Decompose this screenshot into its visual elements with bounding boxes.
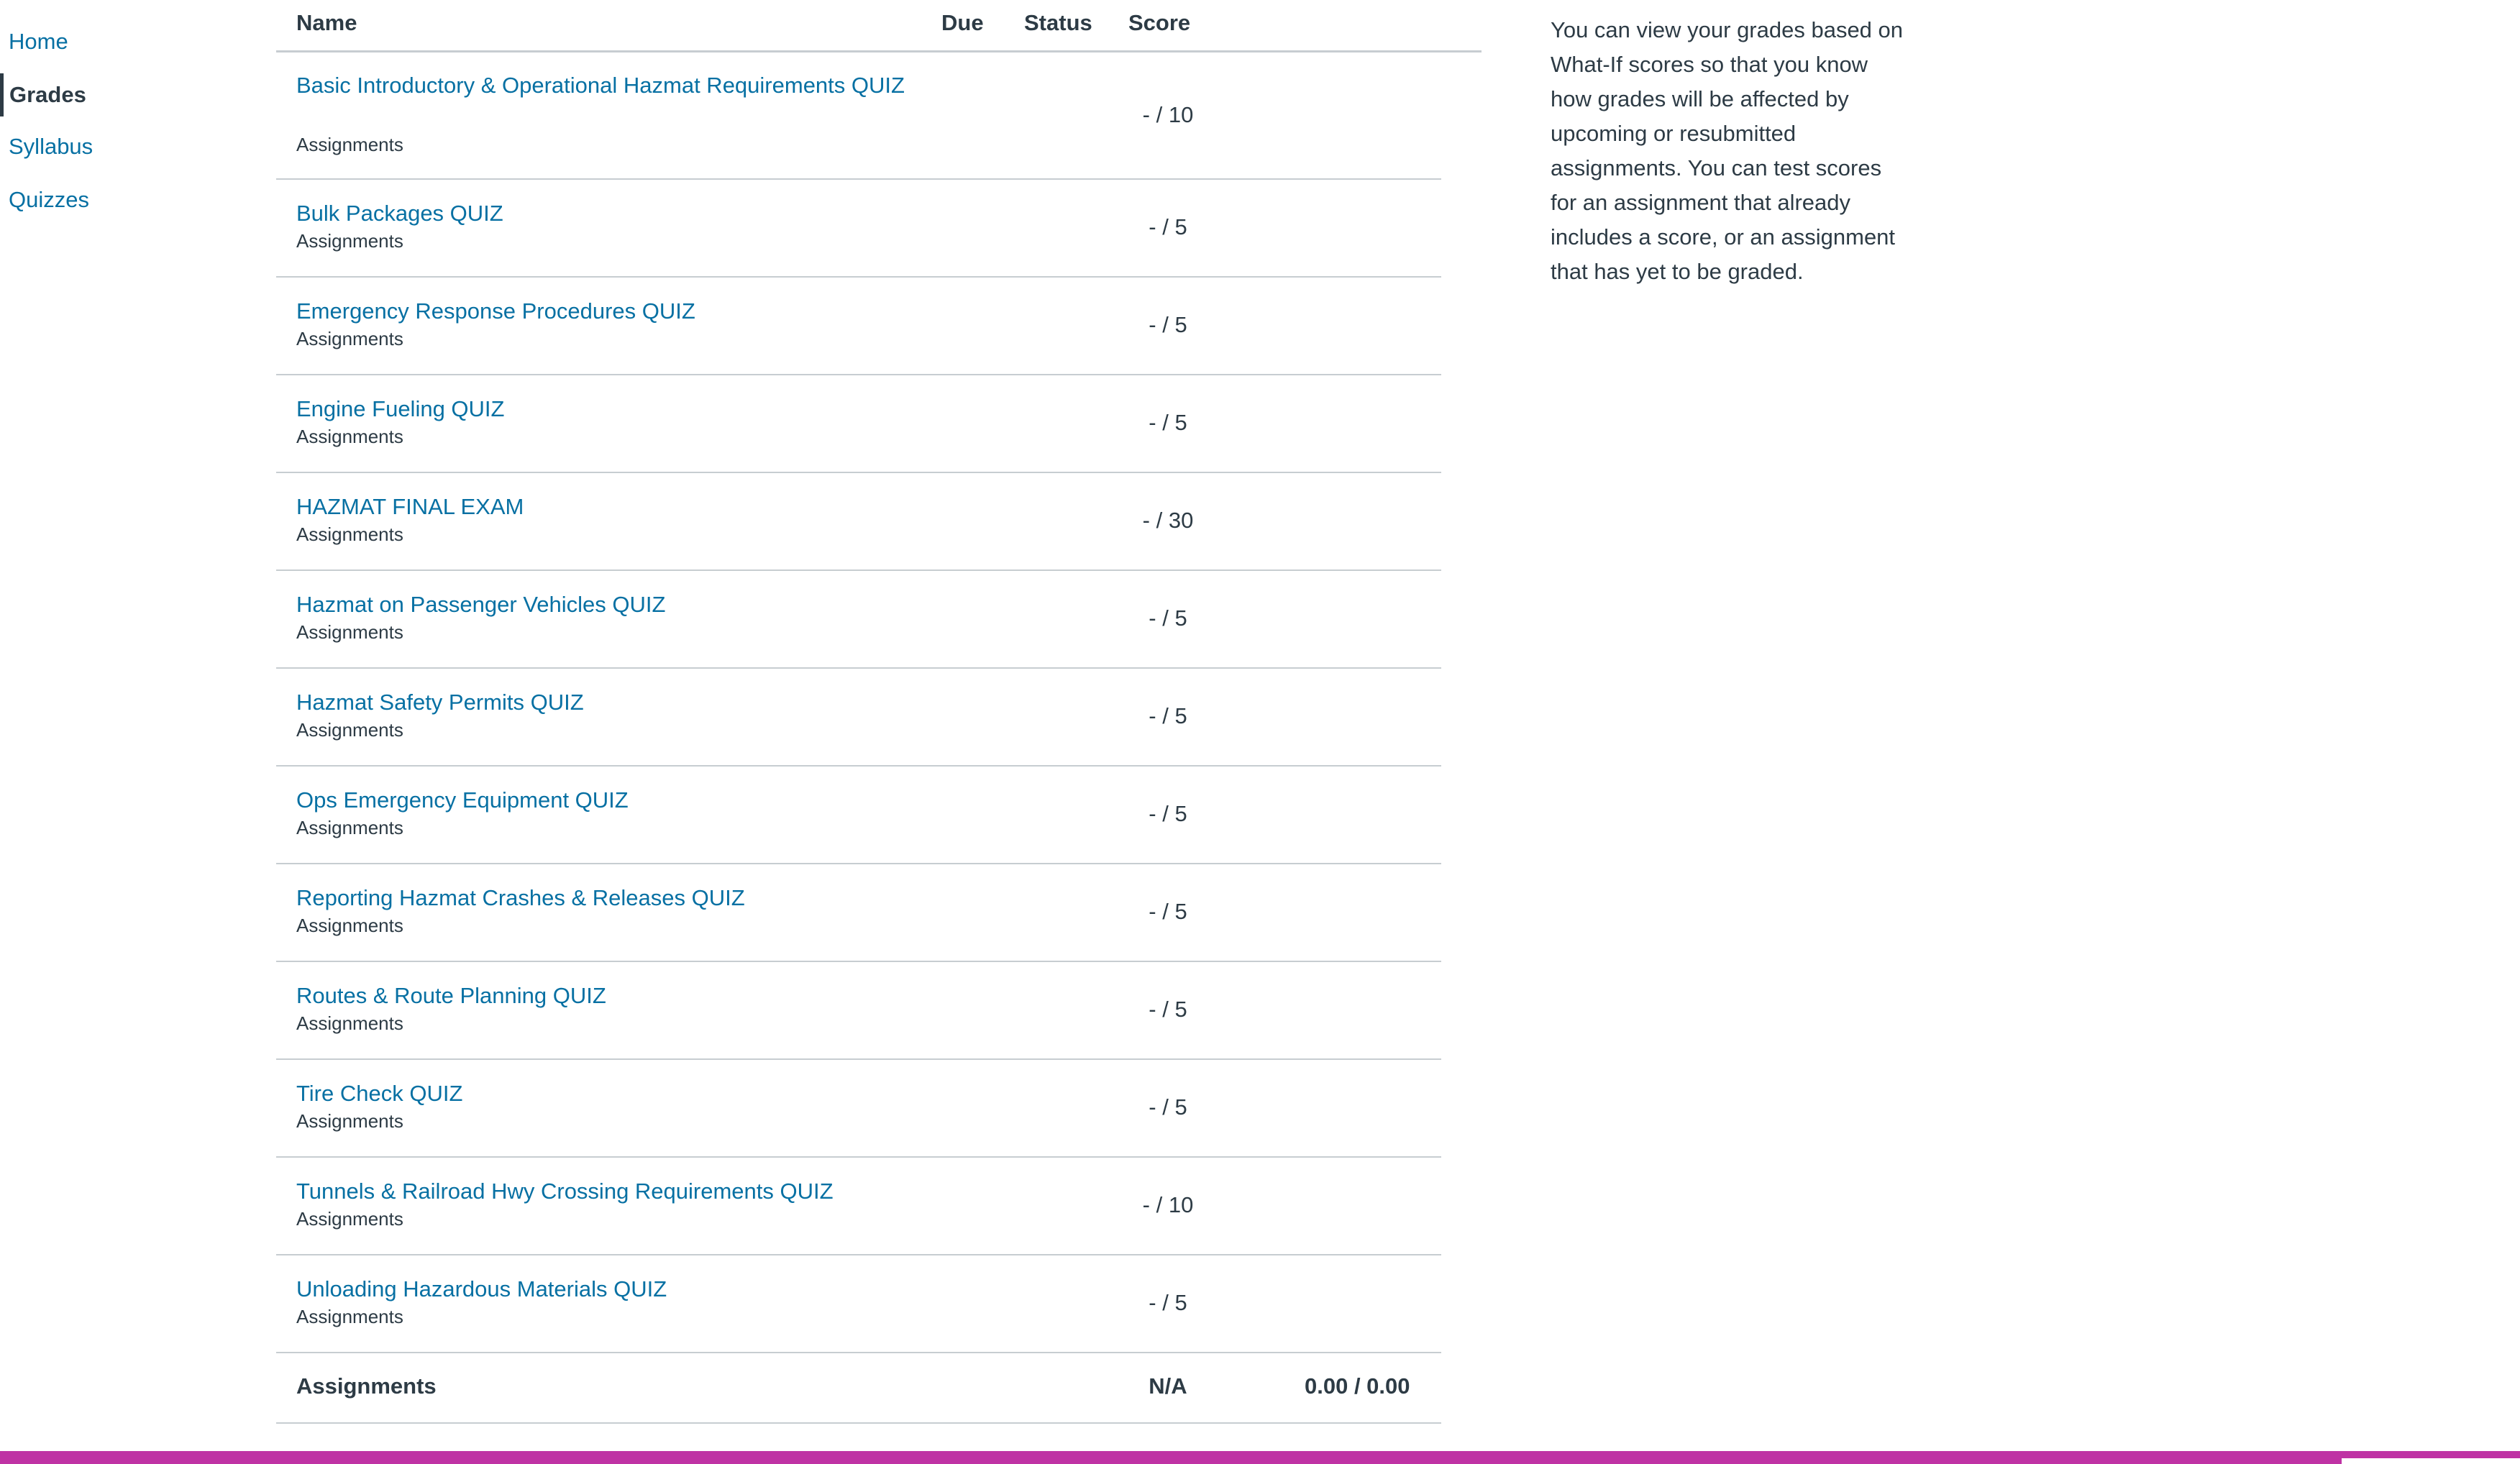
bottom-brand-bar <box>0 1451 2520 1464</box>
table-row: Engine Fueling QUIZ Assignments - / 5 <box>276 375 1441 473</box>
table-row: Tunnels & Railroad Hwy Crossing Requirem… <box>276 1158 1441 1255</box>
assignment-score: - / 5 <box>1149 214 1187 239</box>
column-header-name[interactable]: Name <box>296 10 357 36</box>
table-row: Tire Check QUIZ Assignments - / 5 <box>276 1060 1441 1158</box>
table-row: Reporting Hazmat Crashes & Releases QUIZ… <box>276 864 1441 962</box>
assignment-group: Assignments <box>296 621 403 643</box>
assignment-group: Assignments <box>296 328 403 349</box>
assignment-link[interactable]: Engine Fueling QUIZ <box>296 394 915 424</box>
assignment-score: - / 5 <box>1149 605 1187 631</box>
nav-home-link[interactable]: Home <box>0 20 68 63</box>
assignment-score: - / 10 <box>1142 1192 1194 1217</box>
assignment-score: - / 5 <box>1149 703 1187 728</box>
assignment-score: - / 5 <box>1149 801 1187 826</box>
assignment-group: Assignments <box>296 1012 403 1034</box>
assignment-score: - / 5 <box>1149 312 1187 337</box>
assignment-score: - / 10 <box>1142 102 1194 127</box>
assignment-score: - / 5 <box>1149 1290 1187 1315</box>
assignment-group: Assignments <box>296 817 403 838</box>
table-row: Hazmat on Passenger Vehicles QUIZ Assign… <box>276 571 1441 669</box>
assignment-score: - / 5 <box>1149 997 1187 1022</box>
group-total-row: Assignments N/A 0.00 / 0.00 <box>276 1353 1441 1424</box>
assignment-link[interactable]: Routes & Route Planning QUIZ <box>296 981 915 1011</box>
table-row: Hazmat Safety Permits QUIZ Assignments -… <box>276 669 1441 767</box>
assignment-group: Assignments <box>296 1208 403 1230</box>
assignment-score: - / 5 <box>1149 1094 1187 1120</box>
table-row: Unloading Hazardous Materials QUIZ Assig… <box>276 1255 1441 1353</box>
assignment-link[interactable]: Emergency Response Procedures QUIZ <box>296 296 915 326</box>
assignment-link[interactable]: Basic Introductory & Operational Hazmat … <box>296 70 915 101</box>
assignment-link[interactable]: Tire Check QUIZ <box>296 1079 915 1109</box>
table-row: Basic Introductory & Operational Hazmat … <box>276 52 1441 180</box>
assignment-link[interactable]: Tunnels & Railroad Hwy Crossing Requirem… <box>296 1176 915 1207</box>
assignment-group: Assignments <box>296 426 403 447</box>
assignment-score: - / 5 <box>1149 899 1187 924</box>
group-total-points: 0.00 / 0.00 <box>1305 1373 1410 1399</box>
assignment-link[interactable]: Bulk Packages QUIZ <box>296 198 915 229</box>
assignment-link[interactable]: Hazmat Safety Permits QUIZ <box>296 687 915 718</box>
nav-quizzes-link[interactable]: Quizzes <box>0 178 89 221</box>
assignment-group: Assignments <box>296 1110 403 1132</box>
assignment-score: - / 30 <box>1142 508 1194 533</box>
assignment-link[interactable]: Unloading Hazardous Materials QUIZ <box>296 1274 915 1304</box>
group-total-score: N/A <box>1149 1373 1187 1399</box>
table-row: Routes & Route Planning QUIZ Assignments… <box>276 962 1441 1060</box>
column-header-score[interactable]: Score <box>1128 10 1190 36</box>
assignment-link[interactable]: Reporting Hazmat Crashes & Releases QUIZ <box>296 883 915 913</box>
assignment-group: Assignments <box>296 523 403 545</box>
assignment-group: Assignments <box>296 134 403 155</box>
nav-grades-link[interactable]: Grades <box>0 73 86 116</box>
assignment-score: - / 5 <box>1149 410 1187 435</box>
assignment-link[interactable]: HAZMAT FINAL EXAM <box>296 492 915 522</box>
column-header-status[interactable]: Status <box>1024 10 1092 36</box>
table-header: Name Due Status Score <box>276 0 1482 52</box>
table-row: Ops Emergency Equipment QUIZ Assignments… <box>276 767 1441 864</box>
bottom-bar-tab <box>2342 1458 2520 1464</box>
nav-syllabus-link[interactable]: Syllabus <box>0 125 93 168</box>
what-if-info-text: You can view your grades based on What-I… <box>1551 17 1904 284</box>
assignment-link[interactable]: Hazmat on Passenger Vehicles QUIZ <box>296 590 915 620</box>
table-row: Bulk Packages QUIZ Assignments - / 5 <box>276 180 1441 278</box>
assignment-link[interactable]: Ops Emergency Equipment QUIZ <box>296 785 915 815</box>
assignment-group: Assignments <box>296 230 403 252</box>
column-header-due[interactable]: Due <box>941 10 984 36</box>
assignment-group: Assignments <box>296 915 403 936</box>
group-total-label: Assignments <box>296 1373 437 1399</box>
table-row: Emergency Response Procedures QUIZ Assig… <box>276 278 1441 375</box>
assignment-group: Assignments <box>296 719 403 741</box>
assignment-group: Assignments <box>296 1306 403 1327</box>
table-row: HAZMAT FINAL EXAM Assignments - / 30 <box>276 473 1441 571</box>
